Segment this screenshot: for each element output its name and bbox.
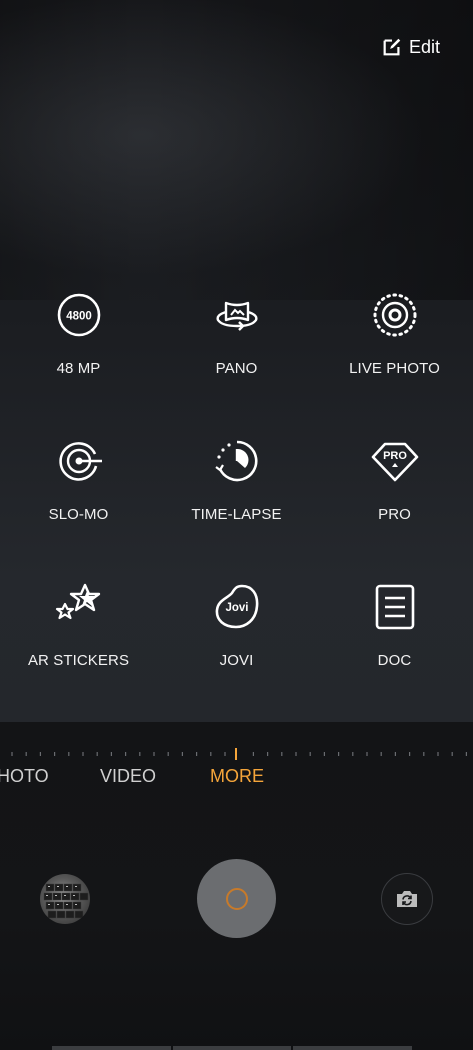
switch-camera-icon [397, 891, 417, 907]
mode-label: JOVI [219, 652, 254, 669]
live-photo-icon [370, 290, 420, 340]
svg-text:PRO: PRO [383, 450, 407, 462]
mode-48mp[interactable]: 4800 48 MP [0, 285, 157, 405]
mode-label: LIVE PHOTO [349, 360, 440, 377]
mode-pano[interactable]: PANO [158, 285, 315, 405]
time-lapse-icon [212, 436, 262, 486]
mode-label: DOC [377, 652, 412, 669]
ar-stickers-icon [54, 582, 104, 632]
mode-scroll-ruler[interactable] [0, 748, 473, 760]
mode-live-photo[interactable]: LIVE PHOTO [316, 285, 473, 405]
shutter-button[interactable] [197, 859, 276, 938]
mode-slo-mo[interactable]: SLO-MO [0, 431, 157, 551]
mode-ar-stickers[interactable]: AR STICKERS [0, 577, 157, 697]
mode-label: TIME-LAPSE [191, 506, 282, 523]
mode-label: SLO-MO [48, 506, 109, 523]
more-modes-grid: 4800 48 MP PANO LIVE PHOTO SLO-MO TIME-L… [0, 285, 473, 685]
jovi-icon: Jovi [212, 582, 262, 632]
svg-text:Jovi: Jovi [225, 602, 248, 614]
48mp-icon: 4800 [54, 290, 104, 340]
pro-icon: PRO [370, 436, 420, 486]
mode-label: 48 MP [56, 360, 101, 377]
edit-label: Edit [408, 36, 440, 57]
tab-photo[interactable]: HOTO [0, 766, 49, 787]
mode-label: AR STICKERS [27, 652, 130, 669]
mode-label: PRO [378, 506, 411, 523]
edit-icon [383, 38, 401, 56]
mode-pro[interactable]: PRO PRO [316, 431, 473, 551]
mode-time-lapse[interactable]: TIME-LAPSE [158, 431, 315, 551]
gallery-thumbnail[interactable] [40, 874, 90, 924]
tab-more[interactable]: MORE [210, 766, 264, 787]
switch-camera-button[interactable] [381, 873, 433, 925]
tab-video[interactable]: VIDEO [100, 766, 156, 787]
mode-label: PANO [215, 360, 258, 377]
edit-button[interactable]: Edit [381, 34, 440, 60]
mode-jovi[interactable]: Jovi JOVI [158, 577, 315, 697]
mode-doc[interactable]: DOC [316, 577, 473, 697]
doc-icon [370, 582, 420, 632]
bottom-nav-indicator [52, 1046, 413, 1050]
keyboard-photo [43, 883, 89, 919]
shutter-ring [225, 887, 248, 910]
camera-mode-tabs: HOTO VIDEO MORE [0, 766, 473, 792]
pano-icon [212, 290, 262, 340]
svg-text:4800: 4800 [66, 311, 92, 323]
camera-screen: Edit 4800 48 MP PANO LIVE PHOTO SLO-MO T… [0, 0, 473, 1050]
slo-mo-icon [54, 436, 104, 486]
